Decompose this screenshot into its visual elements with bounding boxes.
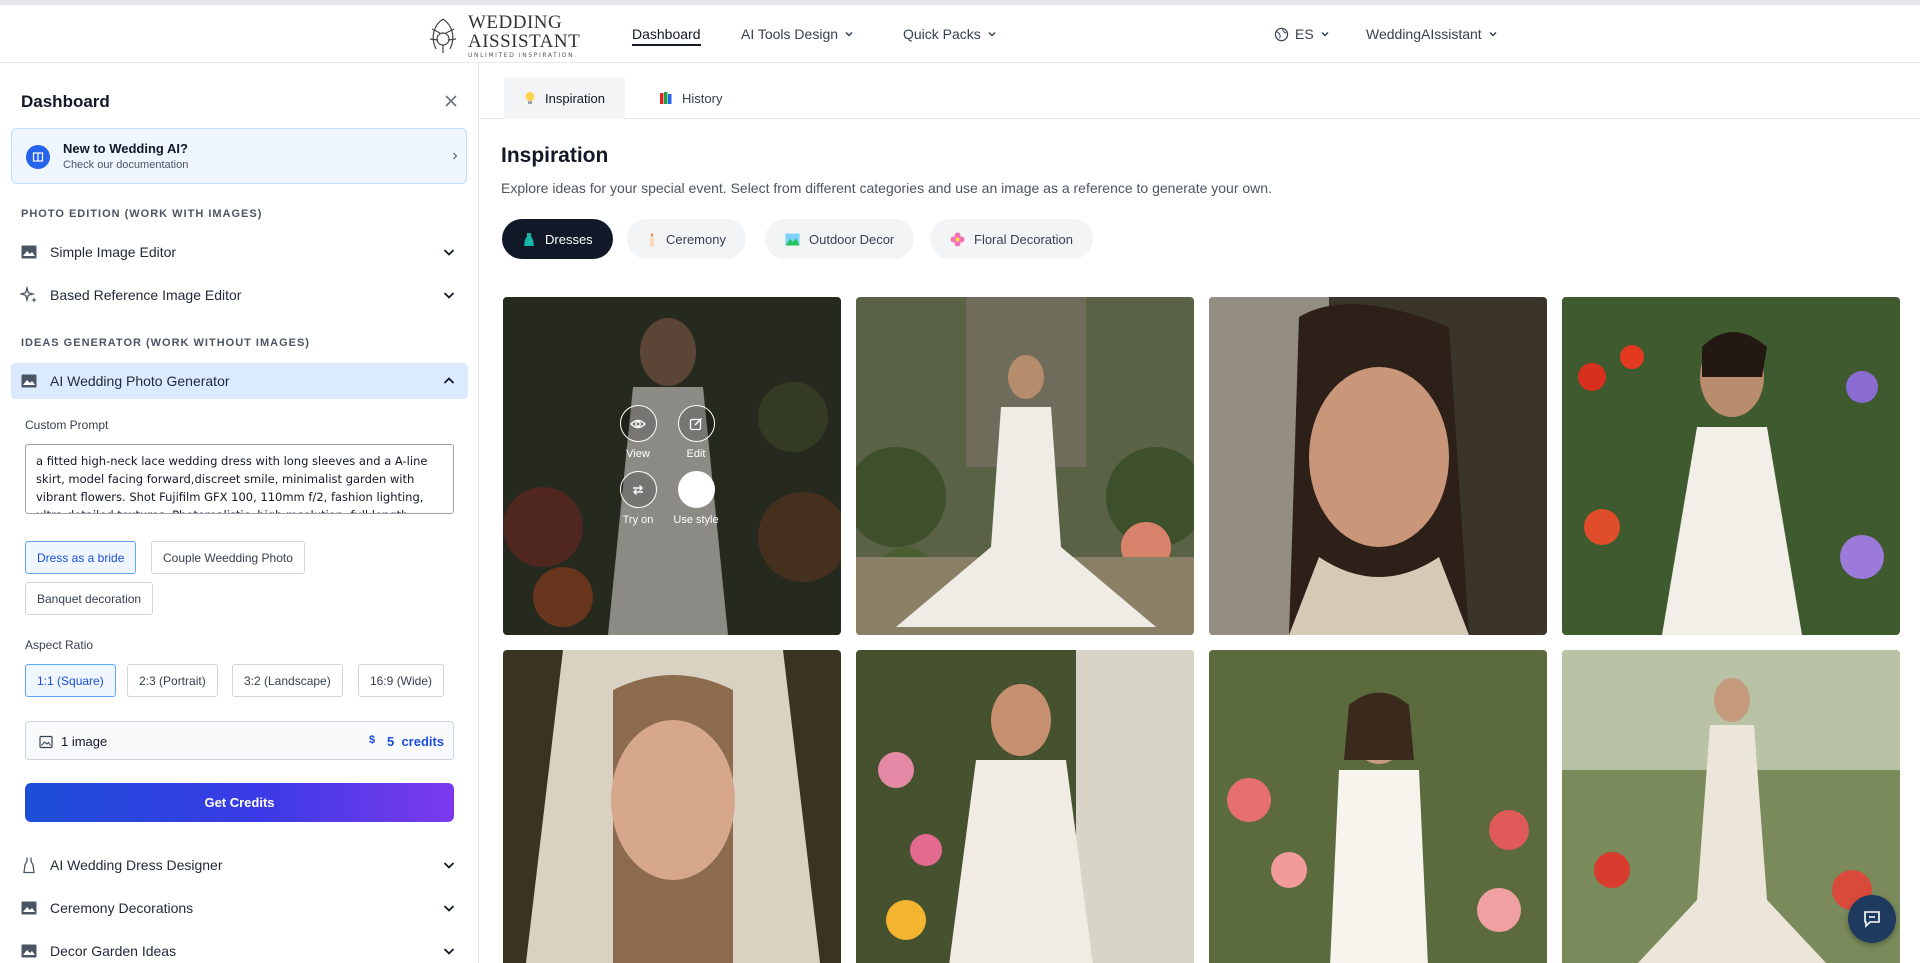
- chevron-up-icon: [443, 377, 455, 384]
- language-selector[interactable]: ES: [1274, 26, 1330, 42]
- aspect-wide[interactable]: 16:9 (Wide): [358, 664, 445, 697]
- inspiration-image-2[interactable]: [856, 297, 1194, 635]
- swap-icon: [633, 484, 643, 495]
- mode-dress-as-bride[interactable]: Dress as a bride: [25, 541, 137, 574]
- mode-banquet-decoration[interactable]: Banquet decoration: [25, 582, 154, 615]
- logo-line2: AISSISTANT: [468, 31, 581, 52]
- top-navbar: WEDDING AISSISTANT UNLIMITED INSPIRATION…: [0, 0, 1920, 63]
- page-description: Explore ideas for your special event. Se…: [501, 180, 1272, 196]
- credits-cost: 5 credits: [387, 734, 445, 749]
- inspiration-image-3[interactable]: [1209, 297, 1547, 635]
- sidebar-title: Dashboard: [21, 92, 110, 111]
- aspect-square[interactable]: 1:1 (Square): [25, 664, 116, 697]
- sidebar-item-simple-image-editor[interactable]: Simple Image Editor: [11, 234, 468, 270]
- sidebar-item-dress-designer[interactable]: AI Wedding Dress Designer: [11, 847, 468, 883]
- image-count: 1 image: [61, 734, 108, 749]
- doc-card-subtitle: Check our documentation: [63, 159, 189, 171]
- bride-portrait-photo: [1209, 297, 1547, 635]
- chevron-down-icon: [443, 292, 455, 299]
- user-menu[interactable]: WeddingAIssistant: [1366, 26, 1498, 42]
- chevron-down-icon: [988, 31, 996, 37]
- image-icon: [21, 944, 37, 958]
- inspiration-image-5[interactable]: [503, 650, 841, 963]
- bride-photo: [856, 650, 1194, 963]
- logo-line1: WEDDING: [468, 12, 563, 33]
- flower-icon: [950, 232, 965, 246]
- sparkles-icon: [20, 286, 37, 303]
- category-outdoor-decor[interactable]: Outdoor Decor: [765, 219, 915, 259]
- category-dresses[interactable]: Dresses: [502, 219, 613, 259]
- brand-logo[interactable]: WEDDING AISSISTANT UNLIMITED INSPIRATION: [422, 13, 580, 59]
- nav-ai-tools-dropdown[interactable]: AI Tools Design: [741, 26, 854, 42]
- image-icon: [21, 901, 37, 915]
- custom-prompt-label: Custom Prompt: [25, 418, 109, 432]
- sidebar-item-decor-garden[interactable]: Decor Garden Ideas: [11, 933, 468, 963]
- image-hover-overlay: [503, 297, 841, 635]
- get-credits-button[interactable]: Get Credits: [25, 783, 454, 822]
- candle-icon: [650, 232, 654, 246]
- bride-photo: [856, 297, 1194, 635]
- dress-icon: [524, 232, 534, 246]
- chevron-down-icon: [443, 249, 455, 256]
- bride-photo: [1562, 297, 1900, 635]
- section-label-photo: PHOTO EDITION (WORK WITH IMAGES): [21, 208, 263, 220]
- chat-icon: [1864, 911, 1880, 928]
- mode-couple-photo[interactable]: Couple Weedding Photo: [151, 541, 305, 574]
- close-icon[interactable]: [443, 93, 459, 109]
- sidebar-item-reference-editor[interactable]: Based Reference Image Editor: [11, 277, 468, 313]
- tab-bar: Inspiration History: [480, 63, 1920, 119]
- page-title: Inspiration: [501, 144, 609, 167]
- nav-dashboard[interactable]: Dashboard: [632, 26, 701, 46]
- logo-tagline: UNLIMITED INSPIRATION: [468, 52, 575, 59]
- chat-support-button[interactable]: [1848, 895, 1896, 943]
- chevron-down-icon: [443, 948, 455, 955]
- chevron-down-icon: [443, 905, 455, 912]
- image-icon: [21, 374, 37, 388]
- dress-icon: [23, 857, 35, 874]
- dollar-icon: $: [369, 734, 376, 746]
- category-floral-decoration[interactable]: Floral Decoration: [930, 219, 1093, 259]
- edit-icon: [689, 417, 703, 430]
- custom-prompt-textarea[interactable]: a fitted high-neck lace wedding dress wi…: [25, 444, 454, 514]
- aspect-landscape[interactable]: 3:2 (Landscape): [232, 664, 343, 697]
- inspiration-image-4[interactable]: [1562, 297, 1900, 635]
- bride-photo: [1209, 650, 1547, 963]
- chevron-down-icon: [845, 31, 853, 37]
- inspiration-image-6[interactable]: [856, 650, 1194, 963]
- documentation-card[interactable]: New to Wedding AI? Check our documentati…: [11, 128, 467, 184]
- sidebar: Dashboard New to Wedding AI? Check our d…: [0, 63, 479, 963]
- chevron-right-icon: [453, 152, 458, 160]
- landscape-icon: [785, 233, 800, 245]
- chevron-down-icon: [1321, 31, 1329, 37]
- nav-quick-packs-dropdown[interactable]: Quick Packs: [903, 26, 997, 42]
- style-swatch-icon: [677, 471, 715, 508]
- sidebar-item-ceremony-decorations[interactable]: Ceremony Decorations: [11, 890, 468, 926]
- chevron-down-icon: [1489, 31, 1497, 37]
- section-label-ideas: IDEAS GENERATOR (WORK WITHOUT IMAGES): [21, 337, 310, 349]
- main-content: Inspiration History Inspiration Explore …: [480, 63, 1920, 963]
- image-icon: [21, 245, 37, 259]
- bride-veil-photo: [503, 650, 841, 963]
- inspiration-image-1[interactable]: View Edit Try on Use style: [503, 297, 841, 635]
- tab-inspiration[interactable]: Inspiration: [504, 77, 625, 119]
- image-icon: [39, 735, 53, 749]
- lightbulb-icon: [525, 92, 535, 104]
- category-ceremony[interactable]: Ceremony: [627, 219, 746, 259]
- tab-history[interactable]: History: [639, 77, 742, 119]
- use-style-button[interactable]: Use style: [661, 471, 731, 526]
- book-icon: [26, 145, 50, 169]
- inspiration-image-7[interactable]: [1209, 650, 1547, 963]
- edit-button[interactable]: Edit: [661, 405, 731, 460]
- logo-emblem-icon: [429, 18, 457, 53]
- credits-summary: 1 image $ 5 credits: [25, 721, 454, 760]
- globe-icon: [1274, 27, 1289, 41]
- aspect-ratio-label: Aspect Ratio: [25, 638, 94, 652]
- aspect-portrait[interactable]: 2:3 (Portrait): [127, 664, 218, 697]
- books-icon: [660, 92, 672, 104]
- eye-icon: [630, 419, 646, 428]
- chevron-down-icon: [443, 862, 455, 869]
- sidebar-item-ai-wedding-photo-generator[interactable]: AI Wedding Photo Generator: [11, 363, 468, 399]
- doc-card-title: New to Wedding AI?: [63, 141, 188, 156]
